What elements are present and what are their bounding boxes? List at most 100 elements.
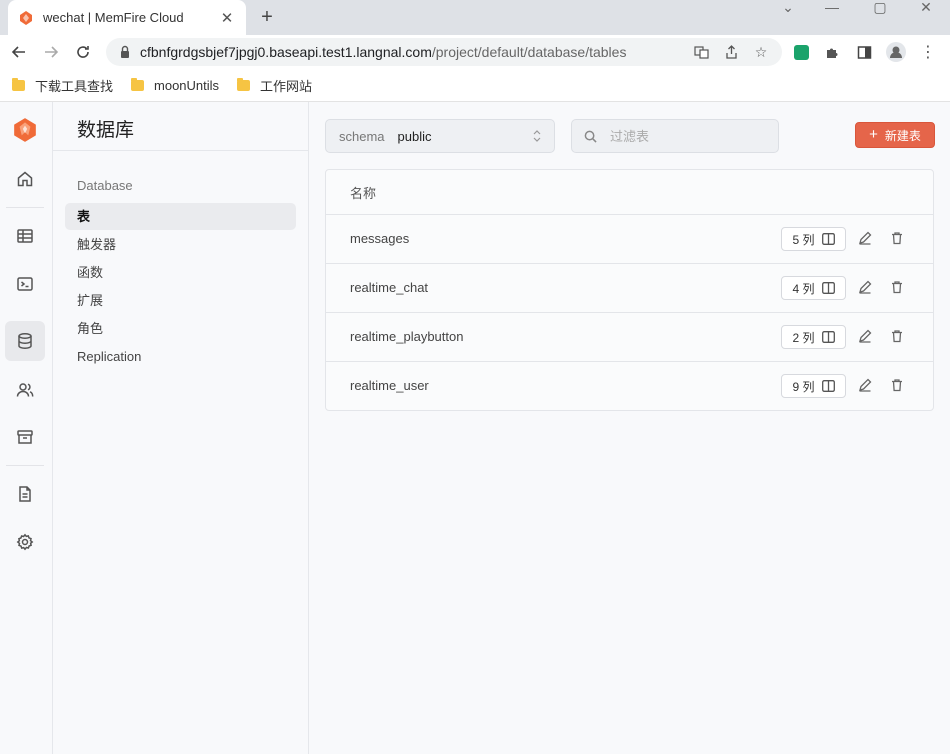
bookmark-label: 工作网站: [260, 78, 313, 94]
table-row[interactable]: messages 5 列: [326, 215, 933, 264]
nav-item-extensions[interactable]: 扩展: [65, 287, 296, 314]
chevron-down-icon[interactable]: ⌄: [768, 0, 808, 14]
rail-divider: [6, 465, 44, 466]
folder-icon: [131, 77, 145, 91]
url-path: /project/default/database/tables: [431, 44, 627, 60]
schema-label: schema: [339, 128, 385, 144]
profile-avatar-icon[interactable]: [885, 41, 907, 63]
schema-select[interactable]: schema public: [325, 119, 555, 153]
tables-main: schema public + 新建表 名称 messages 5 列 real…: [309, 102, 950, 754]
bookmark-star-icon[interactable]: ☆: [752, 43, 770, 61]
database-nav: 数据库 Database 表 触发器 函数 扩展 角色 Replication: [53, 102, 309, 754]
table-row[interactable]: realtime_chat 4 列: [326, 264, 933, 313]
tab-title: wechat | MemFire Cloud: [43, 10, 184, 25]
minimize-icon[interactable]: —: [812, 0, 852, 14]
maximize-icon[interactable]: ▢: [860, 0, 900, 14]
url-host: cfbnfgrdgsbjef7jpgj0.baseapi.test1.langn…: [140, 44, 432, 60]
nav-item-replication[interactable]: Replication: [65, 343, 296, 370]
table-row[interactable]: realtime_user 9 列: [326, 362, 933, 411]
bookmark-folder-1[interactable]: 下载工具查找: [12, 76, 113, 95]
columns-button[interactable]: 9 列: [781, 374, 846, 398]
omnibox-actions: ☆: [692, 43, 770, 61]
columns-icon: [821, 233, 835, 245]
app-root: 数据库 Database 表 触发器 函数 扩展 角色 Replication …: [0, 102, 950, 754]
delete-table-icon[interactable]: [890, 231, 904, 245]
delete-table-icon[interactable]: [890, 378, 904, 392]
forward-icon[interactable]: [40, 41, 62, 63]
table-header-name: 名称: [326, 170, 933, 215]
filter-tables-input[interactable]: [610, 128, 760, 144]
translate-icon[interactable]: [692, 43, 710, 61]
nav-item-triggers[interactable]: 触发器: [65, 231, 296, 258]
bookmarks-bar: 下载工具查找 moonUntils 工作网站: [0, 69, 950, 102]
icon-rail: [0, 102, 53, 754]
delete-table-icon[interactable]: [890, 280, 904, 294]
back-icon[interactable]: [8, 41, 30, 63]
nav-item-tables[interactable]: 表: [65, 203, 296, 230]
users-icon[interactable]: [5, 370, 45, 410]
new-tab-icon[interactable]: +: [256, 6, 278, 28]
select-chevron-icon: [533, 130, 541, 142]
folder-icon: [12, 77, 25, 91]
column-count: 5 列: [792, 232, 815, 247]
table-editor-icon[interactable]: [5, 216, 45, 256]
edit-table-icon[interactable]: [858, 280, 872, 294]
window-close-icon[interactable]: ✕: [906, 0, 946, 14]
new-table-button[interactable]: + 新建表: [855, 122, 935, 148]
columns-icon: [821, 331, 835, 343]
filter-tables-field[interactable]: [571, 119, 779, 153]
sql-terminal-icon[interactable]: [5, 264, 45, 304]
columns-button[interactable]: 2 列: [781, 325, 846, 349]
column-count: 9 列: [792, 379, 815, 394]
tab-close-icon[interactable]: ✕: [218, 9, 236, 27]
nav-section-label: Database: [77, 178, 133, 193]
memfire-logo-icon[interactable]: [5, 110, 45, 150]
extensions-puzzle-icon[interactable]: [821, 41, 843, 63]
columns-button[interactable]: 5 列: [781, 227, 846, 251]
edit-table-icon[interactable]: [858, 231, 872, 245]
columns-icon: [821, 282, 835, 294]
table-name[interactable]: messages: [350, 231, 409, 246]
storage-archive-icon[interactable]: [5, 417, 45, 457]
edit-table-icon[interactable]: [858, 378, 872, 392]
browser-menu-icon[interactable]: ⋮: [917, 41, 939, 63]
column-count: 4 列: [792, 281, 815, 296]
edit-table-icon[interactable]: [858, 329, 872, 343]
browser-toolbar: cfbnfgrdgsbjef7jpgj0.baseapi.test1.langn…: [0, 35, 950, 69]
settings-gear-icon[interactable]: [5, 522, 45, 562]
table-name[interactable]: realtime_user: [350, 378, 429, 393]
bookmark-label: 下载工具查找: [35, 78, 114, 94]
share-icon[interactable]: [722, 43, 740, 61]
memfire-favicon-icon: [20, 10, 32, 25]
lock-icon: [121, 45, 129, 58]
bookmark-label: moonUntils: [154, 77, 220, 93]
columns-button[interactable]: 4 列: [781, 276, 846, 300]
schema-value: public: [397, 128, 432, 144]
column-count: 2 列: [792, 330, 815, 345]
document-icon[interactable]: [5, 474, 45, 514]
reload-icon[interactable]: [72, 41, 94, 63]
url-text: cfbnfgrdgsbjef7jpgj0.baseapi.test1.langn…: [140, 44, 626, 60]
delete-table-icon[interactable]: [890, 329, 904, 343]
extension-green-icon[interactable]: [790, 41, 812, 63]
rail-divider: [6, 207, 44, 208]
side-panel-icon[interactable]: [853, 41, 875, 63]
browser-tab[interactable]: wechat | MemFire Cloud ✕: [8, 0, 246, 35]
plus-icon: +: [869, 126, 878, 143]
database-icon[interactable]: [5, 321, 45, 361]
address-bar[interactable]: cfbnfgrdgsbjef7jpgj0.baseapi.test1.langn…: [106, 38, 782, 66]
bookmark-folder-3[interactable]: 工作网站: [237, 76, 312, 95]
folder-icon: [237, 77, 251, 91]
table-name[interactable]: realtime_playbutton: [350, 329, 463, 344]
new-table-label: 新建表: [884, 128, 921, 143]
columns-icon: [821, 380, 835, 392]
nav-title: 数据库: [53, 102, 308, 151]
table-name[interactable]: realtime_chat: [350, 280, 428, 295]
home-icon[interactable]: [5, 159, 45, 199]
browser-tab-bar: wechat | MemFire Cloud ✕ + ⌄ — ▢ ✕: [0, 0, 950, 35]
bookmark-folder-2[interactable]: moonUntils: [131, 77, 220, 93]
table-row[interactable]: realtime_playbutton 2 列: [326, 313, 933, 362]
nav-item-roles[interactable]: 角色: [65, 315, 296, 342]
nav-item-functions[interactable]: 函数: [65, 259, 296, 286]
tables-list: 名称 messages 5 列 realtime_chat 4 列 realti…: [325, 169, 934, 411]
